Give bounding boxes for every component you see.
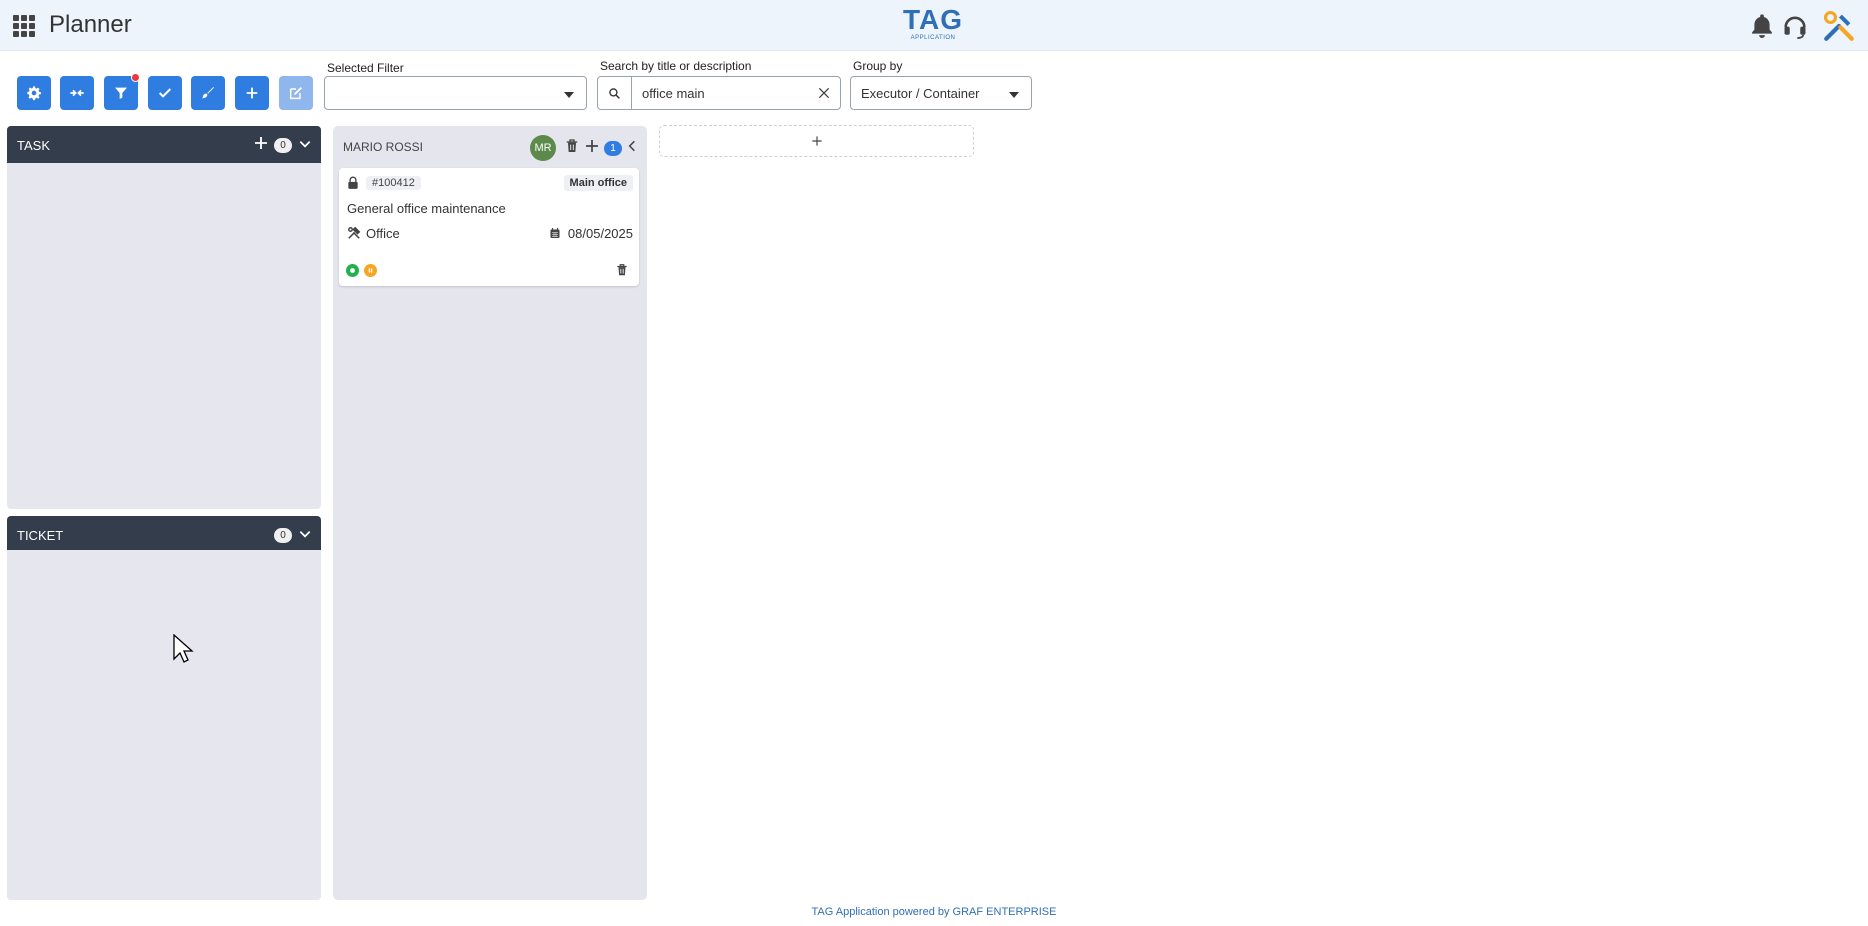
task-card[interactable]: #100412 Main office General office maint… [339, 168, 639, 286]
avatar: MR [530, 135, 556, 161]
filter-icon [115, 87, 127, 99]
apps-grid-icon[interactable] [13, 15, 35, 37]
app-logo: TAG APPLICATION [900, 6, 966, 42]
search-label: Search by title or description [600, 59, 752, 73]
chevron-down-icon[interactable] [298, 137, 312, 151]
logo-text: TAG [902, 4, 964, 35]
lane-title: MARIO ROSSI [343, 140, 424, 154]
group-by-value: Executor / Container [861, 86, 980, 101]
filter-button[interactable] [104, 73, 140, 110]
tools-icon[interactable] [1822, 9, 1856, 43]
ticket-panel: TICKET 0 [7, 516, 321, 900]
calendar-icon [550, 228, 560, 238]
chevron-down-icon [1009, 92, 1019, 98]
settings-button[interactable] [17, 76, 51, 110]
trash-icon[interactable] [615, 263, 629, 277]
edit-button[interactable] [279, 76, 313, 110]
close-icon[interactable] [816, 85, 832, 101]
lane-count-badge: 1 [604, 141, 622, 156]
selected-filter-label: Selected Filter [327, 61, 404, 75]
executor-lane: MARIO ROSSI MR 1 #100412 Main office Gen… [333, 126, 647, 900]
bell-icon[interactable] [1748, 12, 1776, 40]
search-value: office main [642, 86, 705, 101]
card-id: #100412 [366, 176, 421, 190]
status-active-icon [346, 264, 359, 277]
card-category: Office [366, 226, 400, 241]
task-panel: TASK 0 [7, 126, 321, 509]
ticket-count-badge: 0 [274, 528, 292, 543]
add-button[interactable] [235, 76, 269, 110]
plus-icon[interactable] [253, 135, 269, 151]
brush-icon [202, 87, 214, 99]
pause-icon [364, 264, 377, 277]
card-date: 08/05/2025 [567, 226, 633, 241]
task-panel-title: TASK [17, 138, 50, 153]
tools-icon [348, 226, 361, 239]
collapse-button[interactable] [60, 76, 94, 110]
ticket-panel-title: TICKET [17, 528, 64, 543]
ticket-panel-header: TICKET 0 [7, 516, 321, 550]
footer-credit: TAG Application powered by GRAF ENTERPRI… [811, 906, 1057, 918]
task-count-badge: 0 [274, 138, 292, 153]
group-by-select[interactable]: Executor / Container [850, 76, 1032, 110]
selected-filter-select[interactable] [324, 76, 587, 110]
chevron-left-icon[interactable] [625, 139, 639, 153]
check-icon [158, 88, 172, 98]
headset-icon[interactable] [1781, 12, 1809, 40]
lock-icon [348, 176, 358, 189]
plus-icon[interactable] [584, 138, 600, 154]
logo-subtext: APPLICATION [910, 35, 956, 41]
gear-icon [27, 86, 41, 101]
chevron-down-icon [564, 92, 574, 98]
task-panel-header: TASK 0 [7, 126, 321, 163]
add-lane-button[interactable] [659, 125, 974, 157]
collapse-arrows-icon [70, 89, 84, 97]
plus-icon [246, 87, 258, 99]
card-location-badge: Main office [563, 175, 633, 191]
card-title: General office maintenance [347, 201, 506, 216]
mouse-cursor-icon [173, 634, 194, 663]
search-input[interactable]: office main [597, 76, 841, 110]
app-header: Planner TAG APPLICATION [0, 0, 1868, 51]
filter-active-badge [131, 73, 140, 82]
chevron-down-icon[interactable] [298, 527, 312, 541]
edit-icon [289, 87, 302, 100]
clear-button[interactable] [191, 76, 225, 110]
select-all-button[interactable] [148, 76, 182, 110]
trash-icon[interactable] [564, 138, 580, 154]
search-icon [598, 77, 632, 109]
page-title: Planner [49, 11, 132, 38]
plus-icon [811, 136, 822, 146]
group-by-label: Group by [853, 59, 903, 73]
